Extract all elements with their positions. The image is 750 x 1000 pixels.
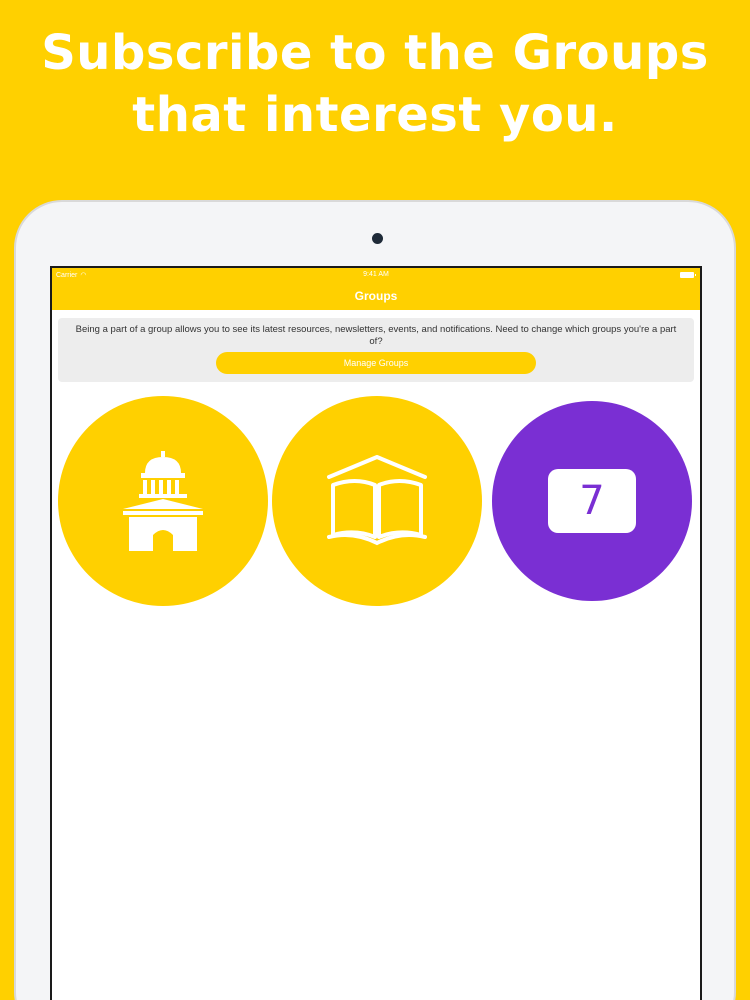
group-tile-government[interactable]	[58, 396, 268, 606]
ipad-frame: Carrier ◠ 9:41 AM Groups Being a part of …	[14, 200, 736, 1000]
page-title: Groups	[354, 289, 398, 303]
group-tile-library[interactable]	[272, 396, 482, 606]
open-book-icon	[327, 455, 427, 546]
manage-groups-button[interactable]: Manage Groups	[216, 352, 536, 374]
promo-headline: Subscribe to the Groups that interest yo…	[0, 22, 750, 146]
app-header: Carrier ◠ 9:41 AM Groups	[52, 268, 700, 310]
front-camera	[372, 233, 383, 244]
headline-line-1: Subscribe to the Groups	[41, 25, 709, 81]
calendar-icon: 7	[548, 469, 636, 533]
status-time: 9:41 AM	[363, 271, 389, 278]
banner-text: Being a part of a group allows you to se…	[75, 324, 677, 347]
status-bar: Carrier ◠ 9:41 AM	[52, 268, 700, 282]
battery-icon	[680, 272, 696, 278]
app-screen: Carrier ◠ 9:41 AM Groups Being a part of …	[50, 266, 702, 1000]
groups-grid: 7	[52, 382, 700, 642]
app-store-screenshot: Subscribe to the Groups that interest yo…	[0, 0, 750, 1000]
info-banner: Being a part of a group allows you to se…	[58, 318, 694, 382]
group-tile-events[interactable]: 7	[492, 401, 692, 601]
headline-line-2: that interest you.	[132, 87, 618, 143]
calendar-number: 7	[579, 478, 605, 524]
capitol-building-icon	[123, 451, 203, 551]
